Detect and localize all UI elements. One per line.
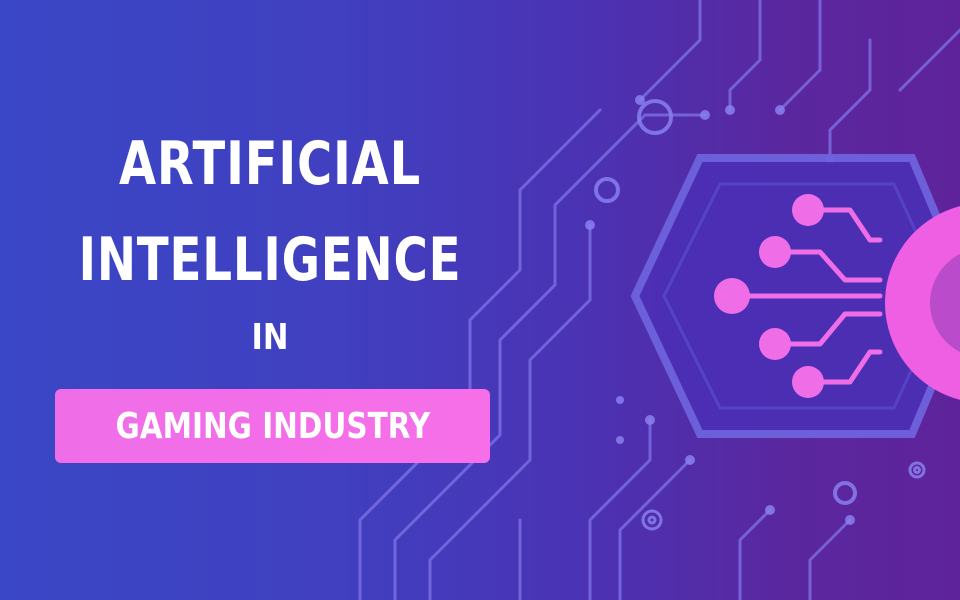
ai-gaming-banner: ARTIFICIAL INTELLIGENCE IN GAMING INDUST… — [0, 0, 960, 600]
circuit-board-illustration — [358, 0, 960, 600]
gaming-industry-tag: GAMING INDUSTRY — [55, 389, 490, 463]
headline-line-1: ARTIFICIAL — [118, 129, 422, 199]
gaming-industry-label: GAMING INDUSTRY — [115, 405, 430, 447]
headline-line-3: IN — [251, 317, 289, 358]
headline-line-2: INTELLIGENCE — [78, 225, 462, 295]
